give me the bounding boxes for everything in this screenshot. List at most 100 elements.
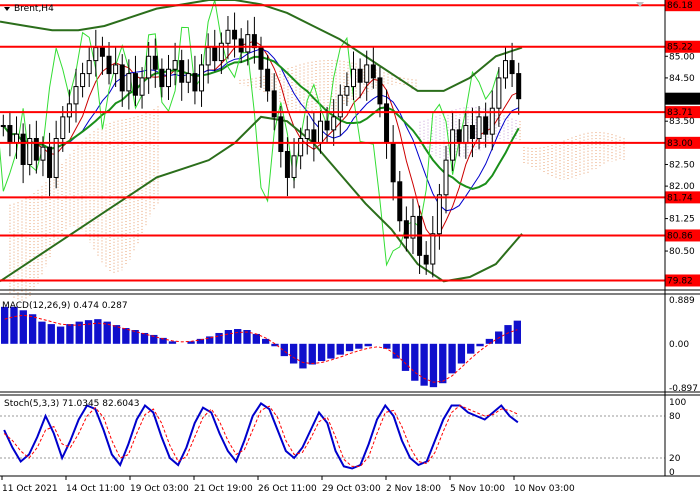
time-axis-label: 19 Oct 03:00: [130, 484, 189, 494]
macd-bar: [122, 328, 130, 344]
price-axis-label: 85.00: [669, 52, 695, 62]
candle-body: [93, 47, 99, 62]
candle-body: [483, 116, 489, 135]
stoch-axis-label: 20: [669, 454, 681, 464]
candle-body: [165, 68, 171, 88]
macd-bar: [392, 343, 400, 359]
macd-bar: [308, 343, 316, 365]
price-chart-svg[interactable]: 86.1885.2284.0283.7183.0081.7480.8679.82…: [0, 0, 700, 500]
stoch-axis-label: 80: [669, 412, 681, 422]
candle-body: [146, 55, 152, 79]
macd-bar: [112, 325, 121, 344]
time-axis-label: 26 Oct 11:00: [258, 484, 317, 494]
candle-body: [304, 129, 310, 140]
candle-body: [284, 150, 290, 178]
candle-body: [40, 146, 46, 161]
candle-body: [298, 138, 304, 157]
stoch-label: Stoch(5,3,3) 71.0345 82.6043: [4, 399, 139, 409]
price-axis-label: 82.50: [669, 160, 695, 170]
candle-body: [232, 29, 238, 40]
candle-body: [397, 181, 403, 222]
macd-bar: [262, 338, 270, 344]
candle-body: [132, 73, 138, 96]
candle-body: [238, 38, 244, 53]
macd-bar: [38, 321, 46, 344]
macd-bar: [364, 343, 372, 347]
candle-body: [7, 125, 13, 144]
macd-axis-label: -0.897: [669, 384, 698, 394]
candle-body: [179, 60, 185, 83]
candle-body: [430, 233, 436, 265]
candle-body: [509, 60, 515, 75]
time-axis-label: 5 Nov 10:00: [450, 484, 505, 494]
macd-bar: [345, 343, 354, 352]
macd-bar: [289, 343, 298, 364]
candle-body: [364, 64, 370, 83]
candle-body: [205, 47, 211, 66]
macd-bar: [215, 332, 223, 344]
macd-bar: [1, 306, 9, 344]
lower-band-line: [0, 115, 523, 283]
candle-body: [337, 94, 343, 118]
candle-body: [172, 60, 178, 70]
macd-bar: [252, 333, 260, 344]
macd-bar: [504, 325, 512, 344]
candle-body: [152, 55, 158, 70]
macd-bar: [401, 343, 410, 371]
candle-body: [324, 120, 330, 131]
candle-body: [0, 125, 6, 128]
level-price-tag-label: 83.00: [667, 139, 693, 149]
candle-body: [463, 125, 469, 144]
macd-label: MACD(12,26,9) 0.474 0.287: [2, 301, 128, 311]
macd-bar: [485, 338, 494, 344]
level-price-tag-label: 85.22: [667, 43, 693, 53]
candle-body: [126, 73, 132, 92]
stoch-axis-label: 0: [669, 468, 675, 478]
candle-body: [344, 86, 350, 96]
candle-body: [199, 64, 205, 92]
macd-bar: [94, 319, 102, 344]
time-axis-label: 10 Nov 03:00: [514, 484, 575, 494]
candle-body: [99, 47, 105, 57]
macd-bar: [299, 343, 307, 369]
level-price-tag-label: 79.82: [667, 276, 693, 286]
macd-bar: [467, 343, 475, 354]
macd-bar: [439, 343, 447, 384]
candle-body: [139, 77, 145, 96]
level-price-tag-label: 86.18: [667, 1, 693, 11]
price-axis-label: 82.00: [669, 182, 695, 192]
macd-bar: [168, 341, 177, 344]
macd-bar: [10, 306, 18, 344]
candle-body: [212, 47, 218, 62]
macd-bar: [429, 343, 438, 388]
macd-axis-label: 0.00: [669, 340, 689, 350]
macd-bar: [476, 343, 484, 347]
macd-bar: [66, 324, 74, 344]
symbol-timeframe-label: Brent,H4: [14, 4, 54, 14]
candle-body: [245, 34, 251, 53]
time-axis-label: 29 Oct 03:00: [322, 484, 381, 494]
macd-bar: [56, 326, 65, 344]
candle-body: [73, 86, 79, 105]
candle-body: [496, 77, 502, 109]
macd-bar: [513, 320, 521, 344]
candle-body: [317, 120, 323, 144]
candle-body: [384, 103, 390, 144]
candle-body: [423, 254, 429, 265]
level-price-tag-label: 80.86: [667, 231, 693, 241]
candle-body: [436, 194, 442, 235]
price-axis-label: 84.50: [669, 74, 695, 84]
candle-body: [351, 68, 357, 88]
current-price-tag-label: 84.02: [667, 95, 693, 105]
candle-body: [20, 133, 26, 165]
macd-bar: [336, 343, 344, 355]
candle-body: [251, 34, 257, 49]
price-axis-label: 80.50: [669, 247, 695, 257]
chart-window[interactable]: 86.18 85.22 84.02 83.71 83.00 81.74 80.86 79.82…: [0, 0, 700, 500]
candle-body: [469, 125, 475, 140]
candle-body: [106, 55, 112, 75]
macd-axis-label: 0.889: [669, 296, 695, 306]
dropdown-triangle-icon[interactable]: [4, 7, 10, 11]
time-axis-label: 2 Nov 18:00: [386, 484, 441, 494]
macd-bar: [28, 314, 37, 344]
